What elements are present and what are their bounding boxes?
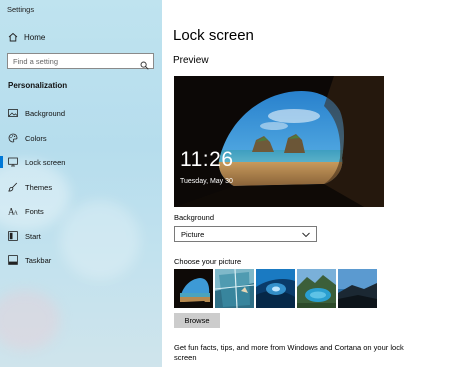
background-label: Background xyxy=(174,213,215,222)
lock-screen-preview: 11:26 Tuesday, May 30 xyxy=(174,76,384,207)
section-title: Personalization xyxy=(8,81,68,90)
fun-facts-label: Get fun facts, tips, and more from Windo… xyxy=(174,343,404,362)
home-icon xyxy=(8,32,18,42)
choose-picture-label: Choose your picture xyxy=(174,257,242,266)
sidebar-item-label: Lock screen xyxy=(25,157,66,167)
picture-thumbnail-ice-cave[interactable] xyxy=(256,269,295,308)
picture-thumbnail-window[interactable] xyxy=(215,269,254,308)
preview-label: Preview xyxy=(173,55,209,66)
picture-thumbnail-mountain-lake[interactable] xyxy=(297,269,336,308)
sidebar-item-label: Fonts xyxy=(25,206,44,216)
picture-thumbnails xyxy=(174,269,377,308)
brush-icon xyxy=(8,182,18,192)
lock-screen-icon xyxy=(8,157,18,167)
taskbar-icon xyxy=(8,255,18,265)
palette-icon xyxy=(8,133,18,143)
sidebar-item-label: Start xyxy=(25,231,41,241)
browse-button[interactable]: Browse xyxy=(174,313,220,328)
preview-image xyxy=(174,76,384,207)
picture-icon xyxy=(8,108,18,118)
background-dropdown[interactable]: Picture xyxy=(174,226,317,242)
home-nav-item[interactable]: Home xyxy=(8,30,45,44)
preview-date: Tuesday, May 30 xyxy=(180,178,233,185)
start-icon xyxy=(8,231,18,241)
svg-text:A: A xyxy=(14,211,19,217)
sidebar: Settings Home Personalization Background… xyxy=(0,0,162,367)
sidebar-item-label: Themes xyxy=(25,182,53,192)
sidebar-item-background[interactable]: Background xyxy=(0,104,162,122)
sidebar-item-fonts[interactable]: AA Fonts xyxy=(0,202,162,220)
app-title: Settings xyxy=(7,5,35,14)
search-icon[interactable] xyxy=(140,57,149,70)
preview-time: 11:26 xyxy=(180,148,234,171)
sidebar-item-themes[interactable]: Themes xyxy=(0,178,162,196)
search-box[interactable] xyxy=(7,53,154,70)
sidebar-item-taskbar[interactable]: Taskbar xyxy=(0,251,162,269)
picture-thumbnail-dusk-hills[interactable] xyxy=(338,269,377,308)
sidebar-item-label: Colors xyxy=(25,133,47,143)
sidebar-item-label: Background xyxy=(25,108,66,118)
search-input[interactable] xyxy=(13,56,133,66)
sidebar-item-label: Taskbar xyxy=(25,255,52,265)
sidebar-item-start[interactable]: Start xyxy=(0,227,162,245)
main-content: Lock screen Preview 11:26 Tuesday, May 3… xyxy=(162,0,474,367)
sidebar-item-lock-screen[interactable]: Lock screen xyxy=(0,153,162,171)
sidebar-decor xyxy=(0,290,60,350)
picture-thumbnail-cave[interactable] xyxy=(174,269,213,308)
sidebar-item-colors[interactable]: Colors xyxy=(0,129,162,147)
chevron-down-icon xyxy=(302,231,310,238)
background-dropdown-value: Picture xyxy=(181,229,205,239)
home-label: Home xyxy=(24,32,46,42)
font-icon: AA xyxy=(8,206,19,217)
page-title: Lock screen xyxy=(173,27,254,44)
